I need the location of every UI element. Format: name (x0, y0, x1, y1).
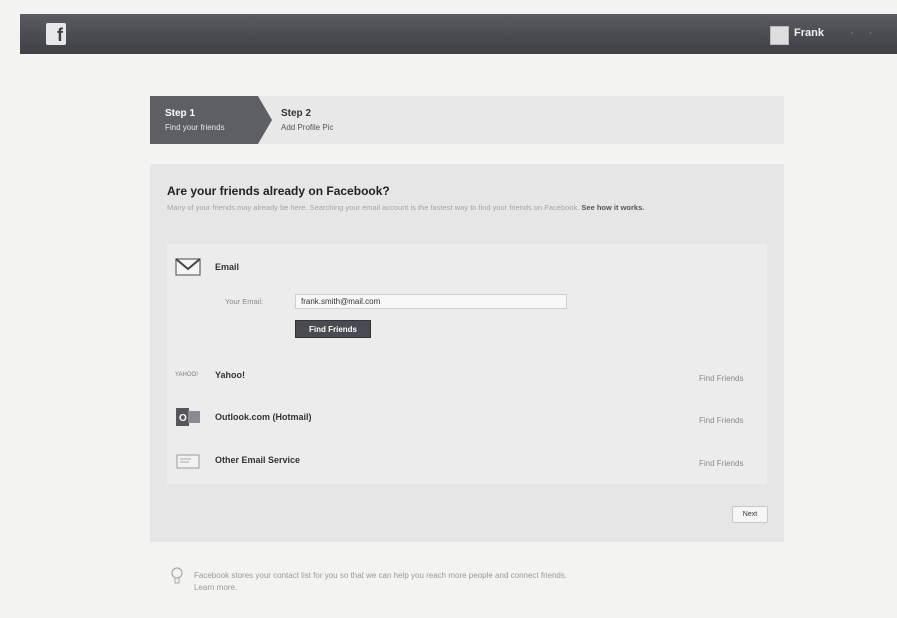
notice-text: Facebook stores your contact list for yo… (194, 571, 568, 580)
step-1-active: Step 1 Find your friends (150, 96, 258, 144)
next-button[interactable]: Next (732, 506, 768, 523)
email-service-name: Email (215, 262, 240, 272)
outlook-label: Outlook.com (Hotmail) (215, 412, 312, 422)
email-field[interactable] (295, 294, 567, 309)
user-name-link[interactable]: Frank (794, 27, 824, 39)
description-text: Many of your friends may already be here… (167, 203, 580, 212)
email-field-label: Your Email: (225, 297, 264, 306)
lightbulb-icon (171, 567, 183, 584)
outlook-find-friends-link[interactable]: Find Friends (699, 416, 743, 425)
user-avatar[interactable] (770, 26, 789, 45)
steps-progress-bar: Step 1 Find your friends Step 2 Add Prof… (150, 96, 784, 144)
panel-title: Are your friends already on Facebook? (167, 184, 390, 198)
panel-description: Many of your friends may already be here… (167, 202, 767, 214)
step-1-title: Step 1 (165, 108, 196, 119)
step-2-title: Step 2 (281, 108, 312, 119)
outlook-icon: O (176, 408, 200, 426)
find-friends-panel: Are your friends already on Facebook? Ma… (150, 164, 784, 542)
nav-icons[interactable]: · · (850, 27, 878, 39)
yahoo-logo-icon: YAHOO! (175, 372, 198, 378)
yahoo-find-friends-link[interactable]: Find Friends (699, 374, 743, 383)
other-email-label: Other Email Service (215, 455, 301, 465)
step-1-subtitle: Find your friends (165, 123, 225, 132)
top-navigation-bar: f Frank · · (20, 14, 897, 54)
facebook-logo-icon[interactable]: f (46, 23, 66, 45)
contact-storage-notice: Facebook stores your contact list for yo… (194, 570, 774, 594)
learn-more-link[interactable]: Learn more. (194, 583, 237, 592)
find-friends-button[interactable]: Find Friends (295, 320, 371, 338)
step-arrow (258, 96, 272, 144)
see-how-link[interactable]: See how it works. (581, 203, 644, 212)
gmail-icon (175, 258, 201, 276)
svg-text:O: O (179, 413, 187, 424)
other-email-find-friends-link[interactable]: Find Friends (699, 459, 743, 468)
envelope-icon (176, 454, 200, 469)
email-services-list: Email Your Email: Find Friends YAHOO! Ya… (167, 244, 767, 484)
step-2-subtitle: Add Profile Pic (281, 123, 334, 132)
yahoo-label: Yahoo! (215, 370, 246, 380)
